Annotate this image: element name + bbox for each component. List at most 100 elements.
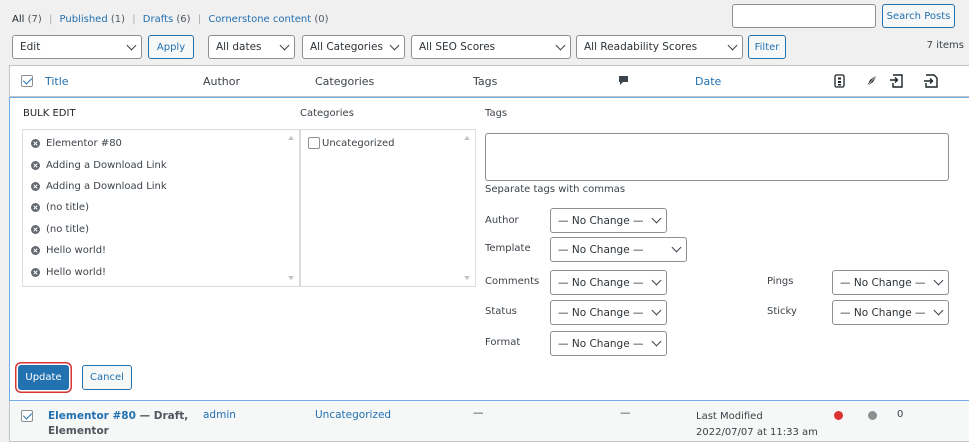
- column-categories: Categories: [315, 75, 375, 88]
- tags-hint: Separate tags with commas: [485, 184, 626, 195]
- status-select[interactable]: — No Change —: [550, 300, 667, 325]
- table-row: Elementor #80 — Draft, Elementor admin U…: [9, 401, 969, 442]
- column-tags: Tags: [473, 75, 498, 88]
- list-item: Adding a Download Link: [31, 176, 281, 197]
- tags-label: Tags: [485, 108, 508, 119]
- chevron-down-icon: [933, 305, 944, 316]
- row-date: Last Modified 2022/07/07 at 11:33 am: [696, 409, 818, 441]
- list-item: Elementor #80: [31, 133, 281, 154]
- list-item: Hello world!: [31, 261, 281, 282]
- readability-filter-select[interactable]: All Readability Scores: [576, 35, 743, 59]
- filter-drafts-link[interactable]: Drafts (6): [143, 14, 191, 25]
- pings-select[interactable]: — No Change —: [832, 270, 949, 295]
- scroll-down-arrow[interactable]: [464, 276, 470, 280]
- list-item: Adding a Download Link: [31, 154, 281, 175]
- row-checkbox[interactable]: [21, 410, 33, 422]
- tags-textarea[interactable]: [485, 133, 949, 181]
- remove-circle-icon[interactable]: [31, 267, 40, 277]
- chevron-down-icon: [651, 275, 662, 286]
- readability-filter-value: All Readability Scores: [584, 41, 698, 53]
- comment-bubble-icon[interactable]: [618, 75, 629, 89]
- filter-cornerstone-link[interactable]: Cornerstone content (0): [208, 14, 328, 25]
- items-count: 7 items: [926, 40, 964, 51]
- template-label: Template: [485, 243, 531, 254]
- scroll-up-arrow[interactable]: [464, 136, 470, 140]
- template-select[interactable]: — No Change —: [550, 237, 687, 262]
- readability-score-dot: [868, 411, 877, 420]
- remove-circle-icon[interactable]: [31, 246, 40, 256]
- remove-circle-icon[interactable]: [31, 139, 40, 149]
- apply-button[interactable]: Apply: [148, 35, 194, 59]
- bulk-edit-heading: BULK EDIT: [23, 108, 76, 119]
- sticky-select-value: — No Change —: [840, 306, 926, 319]
- row-category-link[interactable]: Uncategorized: [315, 409, 391, 421]
- dates-filter-value: All dates: [216, 41, 262, 53]
- list-item: Hello world!: [31, 240, 281, 261]
- remove-circle-icon[interactable]: [31, 203, 40, 213]
- chevron-down-icon: [933, 275, 944, 286]
- scroll-down-arrow[interactable]: [288, 276, 294, 280]
- filter-published-link[interactable]: Published (1): [60, 14, 126, 25]
- separator: |: [197, 14, 202, 25]
- bulk-action-select[interactable]: Edit: [12, 35, 142, 59]
- filter-all-link[interactable]: All (7): [12, 14, 42, 25]
- format-select[interactable]: — No Change —: [550, 331, 667, 356]
- format-select-value: — No Change —: [558, 337, 644, 350]
- seo-score-filter-select[interactable]: All SEO Scores: [411, 35, 571, 59]
- remove-circle-icon[interactable]: [31, 160, 40, 170]
- row-tags: —: [473, 407, 484, 419]
- post-state: — Draft,: [135, 410, 189, 422]
- status-label: Status: [485, 306, 517, 317]
- chevron-down-icon: [279, 40, 290, 50]
- comments-select[interactable]: — No Change —: [550, 270, 667, 295]
- chevron-down-icon: [727, 40, 738, 50]
- dates-filter-select[interactable]: All dates: [208, 35, 295, 59]
- table-header: Title Author Categories Tags Date: [9, 65, 969, 97]
- cancel-button[interactable]: Cancel: [82, 365, 132, 390]
- post-title-link[interactable]: Elementor #80: [48, 410, 136, 422]
- format-label: Format: [485, 337, 521, 348]
- author-select[interactable]: — No Change —: [550, 208, 667, 233]
- remove-circle-icon[interactable]: [31, 224, 40, 234]
- categories-label: Categories: [300, 108, 354, 119]
- chevron-down-icon: [126, 40, 137, 50]
- category-checkbox[interactable]: [308, 137, 320, 149]
- column-date[interactable]: Date: [695, 75, 721, 88]
- search-input[interactable]: [732, 4, 876, 28]
- readability-column-icon[interactable]: [865, 74, 879, 91]
- template-select-value: — No Change —: [558, 243, 644, 256]
- row-title-cell: Elementor #80 — Draft, Elementor: [48, 409, 198, 439]
- outgoing-links-icon[interactable]: [889, 73, 905, 92]
- bulk-action-value: Edit: [20, 41, 41, 53]
- seo-score-column-icon[interactable]: [834, 74, 845, 91]
- comments-label: Comments: [485, 276, 540, 287]
- separator: |: [48, 14, 53, 25]
- sticky-select[interactable]: — No Change —: [832, 300, 949, 325]
- bulk-titles-items: Elementor #80 Adding a Download Link Add…: [31, 133, 281, 283]
- remove-circle-icon[interactable]: [31, 181, 40, 191]
- list-item: (no title): [31, 197, 281, 218]
- chevron-down-icon: [389, 40, 400, 50]
- pings-label: Pings: [767, 276, 794, 287]
- category-option[interactable]: Uncategorized: [308, 137, 394, 149]
- separator: |: [132, 14, 136, 25]
- row-comments: —: [620, 407, 631, 419]
- author-label: Author: [485, 215, 519, 226]
- column-title[interactable]: Title: [45, 75, 69, 88]
- scroll-up-arrow[interactable]: [288, 136, 294, 140]
- chevron-down-icon: [651, 213, 662, 224]
- bulk-edit-panel: BULK EDIT Elementor #80 Adding a Downloa…: [9, 97, 969, 401]
- column-author: Author: [203, 75, 241, 88]
- categories-filter-select[interactable]: All Categories: [302, 35, 405, 59]
- categories-checklist: Uncategorized: [300, 129, 476, 287]
- bulk-titles-list[interactable]: Elementor #80 Adding a Download Link Add…: [22, 129, 300, 287]
- select-all-checkbox[interactable]: [21, 75, 33, 87]
- update-button[interactable]: Update: [18, 365, 69, 390]
- categories-filter-value: All Categories: [310, 41, 383, 53]
- search-posts-button[interactable]: Search Posts: [882, 4, 955, 28]
- seo-score-dot: [834, 411, 843, 420]
- pings-select-value: — No Change —: [840, 276, 926, 289]
- filter-button[interactable]: Filter: [748, 35, 786, 59]
- incoming-links-icon[interactable]: [923, 73, 939, 92]
- row-author-link[interactable]: admin: [203, 409, 236, 421]
